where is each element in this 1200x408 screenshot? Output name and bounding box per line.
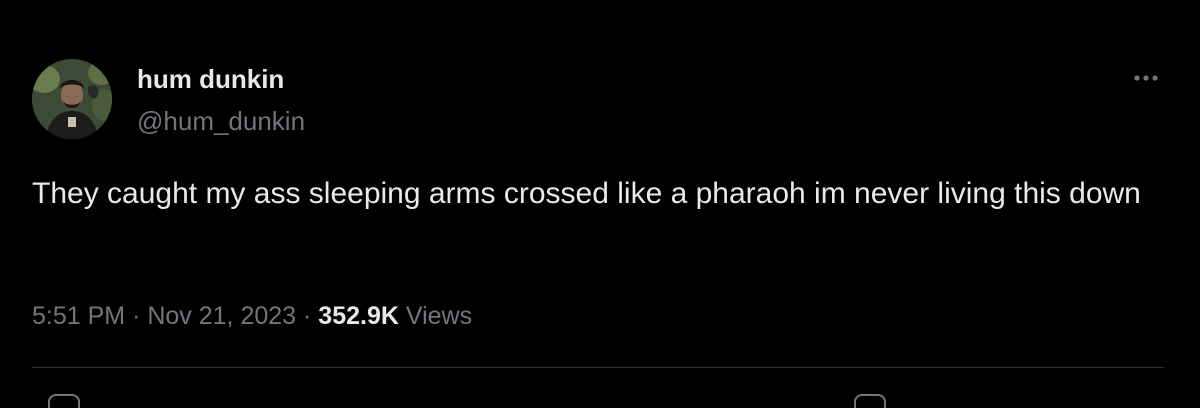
user-handle[interactable]: @hum_dunkin bbox=[137, 106, 305, 136]
author-block: hum dunkin @hum_dunkin bbox=[137, 64, 305, 136]
avatar-image bbox=[32, 59, 112, 139]
tweet-meta: 5:51 PM · Nov 21, 2023 · 352.9K Views bbox=[32, 300, 472, 332]
display-name[interactable]: hum dunkin bbox=[137, 64, 305, 94]
views-count[interactable]: 352.9K bbox=[318, 302, 399, 330]
views-label: Views bbox=[405, 302, 473, 330]
meta-separator: · bbox=[303, 302, 312, 330]
meta-separator: · bbox=[132, 302, 141, 330]
more-options-icon bbox=[1134, 75, 1158, 81]
share-icon[interactable] bbox=[854, 394, 886, 408]
tweet-date[interactable]: Nov 21, 2023 bbox=[147, 302, 296, 330]
tweet-card: hum dunkin @hum_dunkin They caught my as… bbox=[0, 0, 1200, 408]
tweet-text: They caught my ass sleeping arms crossed… bbox=[32, 177, 1141, 210]
more-options-button[interactable] bbox=[1128, 68, 1164, 88]
divider bbox=[32, 367, 1164, 368]
avatar[interactable] bbox=[32, 59, 112, 139]
reply-icon[interactable] bbox=[48, 394, 80, 408]
tweet-time[interactable]: 5:51 PM bbox=[32, 302, 125, 330]
